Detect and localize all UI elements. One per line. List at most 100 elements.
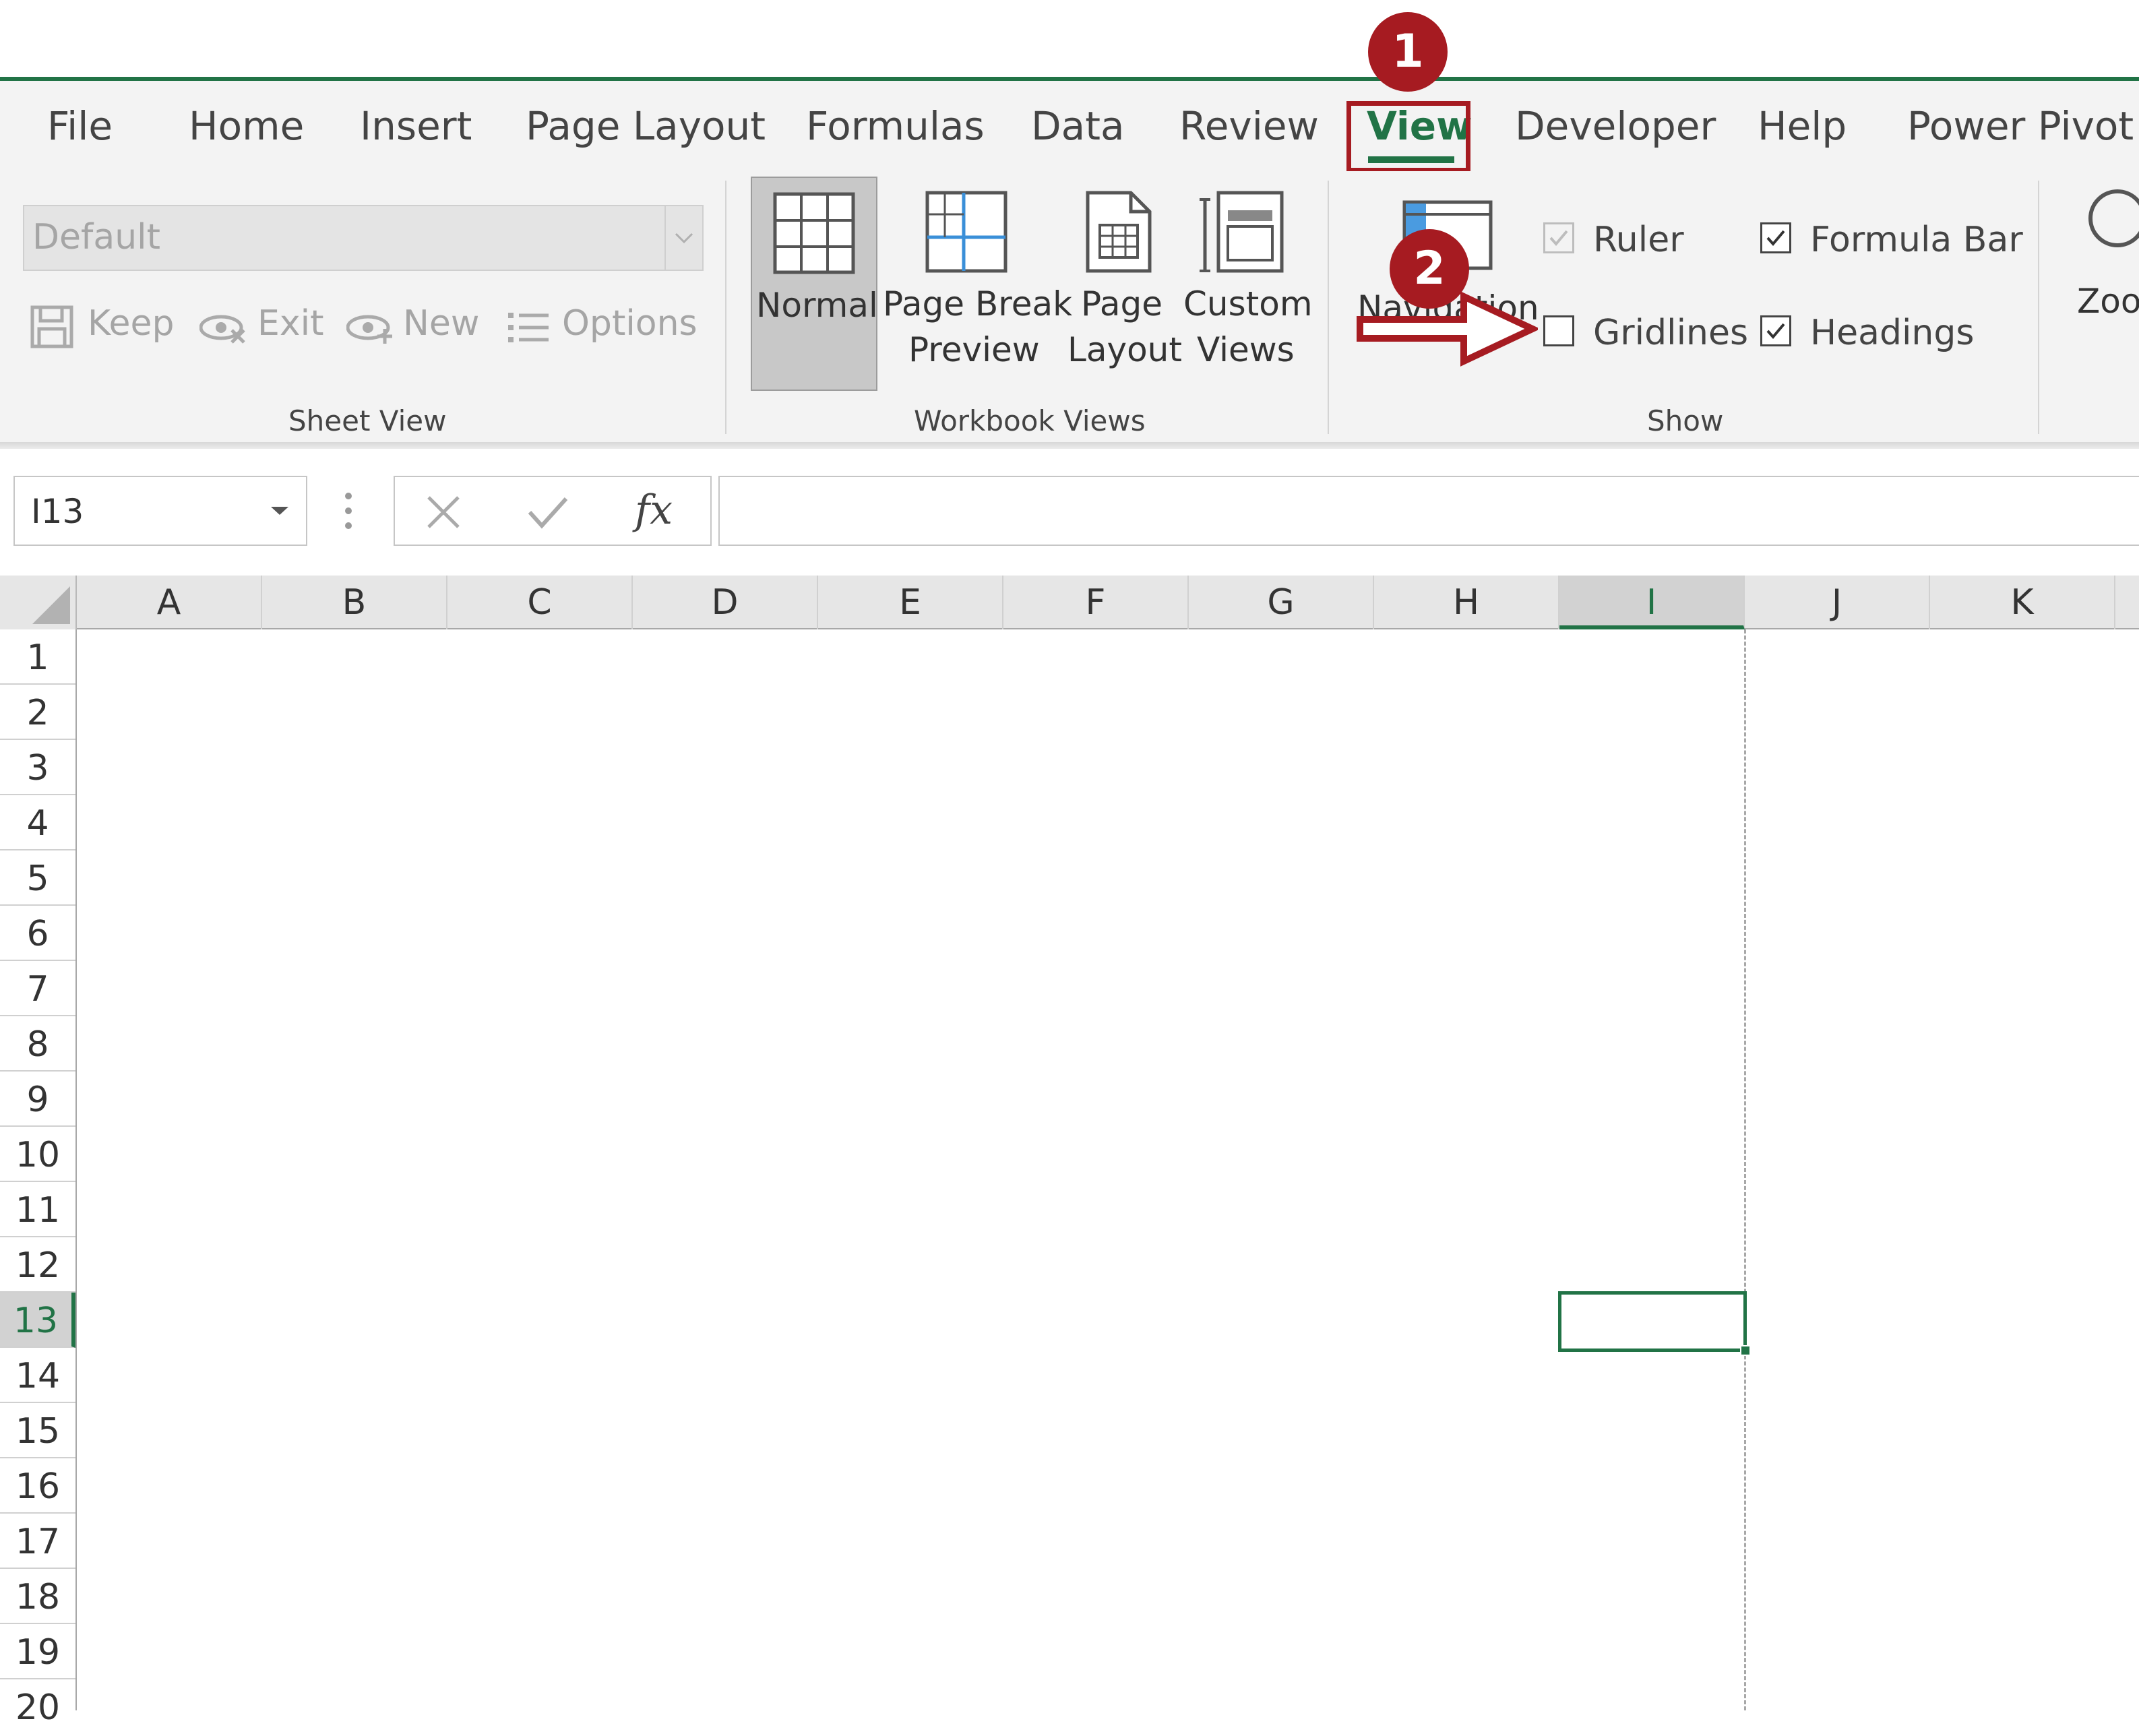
sheet-view-dropdown[interactable]: Default (23, 205, 704, 271)
column-header-a[interactable]: A (77, 576, 262, 629)
cancel-icon[interactable] (425, 493, 462, 531)
new-button[interactable]: New (346, 301, 481, 354)
tab-help[interactable]: Help (1758, 101, 1847, 151)
formula-bar-checkbox[interactable] (1760, 222, 1791, 253)
group-separator (2038, 181, 2039, 434)
row-header-7[interactable]: 7 (0, 961, 75, 1016)
exit-view-icon (199, 315, 245, 344)
exit-label: Exit (257, 303, 324, 344)
row-header-20[interactable]: 20 (0, 1679, 75, 1728)
row-header-1[interactable]: 1 (0, 629, 75, 685)
column-header-i[interactable]: I (1559, 576, 1745, 629)
keep-button[interactable]: Keep (30, 301, 175, 354)
active-cell-i13[interactable] (1558, 1291, 1747, 1352)
group-label-show: Show (1647, 404, 1724, 437)
page-break-label-2: Preview (908, 330, 1040, 369)
dropdown-divider (664, 206, 666, 270)
check-icon (1766, 230, 1785, 247)
group-separator (1328, 181, 1329, 434)
row-header-15[interactable]: 15 (0, 1403, 75, 1458)
row-header-6[interactable]: 6 (0, 906, 75, 961)
formula-bar-label: Formula Bar (1810, 220, 2023, 260)
row-header-12[interactable]: 12 (0, 1237, 75, 1293)
magnifier-icon (2088, 189, 2139, 247)
page-layout-button[interactable]: Page Layout (1065, 177, 1182, 391)
page-layout-icon (1086, 191, 1152, 273)
name-box-value: I13 (31, 492, 84, 531)
column-header-c[interactable]: C (447, 576, 633, 629)
exit-button[interactable]: Exit (199, 301, 324, 354)
step-1-badge: 1 (1368, 12, 1448, 92)
name-box[interactable]: I13 (13, 476, 307, 546)
row-header-16[interactable]: 16 (0, 1458, 75, 1514)
tab-review[interactable]: Review (1179, 101, 1319, 151)
group-label-workbook-views: Workbook Views (914, 404, 1146, 437)
page-layout-label-2: Layout (1067, 330, 1182, 369)
column-header-b[interactable]: B (262, 576, 447, 629)
chevron-down-icon (271, 507, 288, 515)
custom-views-label-1: Custom (1183, 284, 1313, 323)
enter-check-icon[interactable] (527, 495, 569, 530)
tab-file[interactable]: File (47, 101, 113, 151)
tab-developer[interactable]: Developer (1515, 101, 1716, 151)
column-header-k[interactable]: K (1930, 576, 2115, 629)
column-header-h[interactable]: H (1374, 576, 1559, 629)
normal-view-icon (773, 192, 855, 274)
row-header-11[interactable]: 11 (0, 1182, 75, 1237)
select-all-button[interactable] (0, 576, 77, 629)
row-header-14[interactable]: 14 (0, 1348, 75, 1403)
tab-insert[interactable]: Insert (360, 101, 472, 151)
column-header-f[interactable]: F (1003, 576, 1189, 629)
tab-data[interactable]: Data (1031, 101, 1125, 151)
options-label: Options (562, 303, 698, 344)
title-bar (0, 0, 2139, 77)
row-header-18[interactable]: 18 (0, 1569, 75, 1624)
row-header-13[interactable]: 13 (0, 1293, 75, 1348)
tab-power-pivot[interactable]: Power Pivot (1907, 101, 2134, 151)
column-header-j[interactable]: J (1745, 576, 1930, 629)
list-icon (508, 313, 549, 342)
gridlines-checkbox[interactable] (1543, 315, 1574, 346)
tab-formulas[interactable]: Formulas (806, 101, 985, 151)
column-header-g[interactable]: G (1189, 576, 1374, 629)
zoom-button[interactable]: Zoo (2062, 182, 2139, 337)
keep-label: Keep (88, 303, 175, 344)
row-header-3[interactable]: 3 (0, 740, 75, 795)
row-header-17[interactable]: 17 (0, 1514, 75, 1569)
row-header-2[interactable]: 2 (0, 685, 75, 740)
gridlines-label: Gridlines (1593, 313, 1749, 353)
headings-checkbox[interactable] (1760, 315, 1791, 346)
fill-handle[interactable] (1740, 1345, 1751, 1356)
custom-views-button[interactable]: Custom Views (1178, 177, 1313, 391)
new-label: New (403, 303, 480, 344)
zoom-label: Zoo (2077, 282, 2139, 321)
row-header-19[interactable]: 19 (0, 1624, 75, 1679)
tab-page-layout[interactable]: Page Layout (526, 101, 766, 151)
row-header-4[interactable]: 4 (0, 795, 75, 850)
row-header-10[interactable]: 10 (0, 1127, 75, 1182)
row-header-9[interactable]: 9 (0, 1072, 75, 1127)
tab-home[interactable]: Home (189, 101, 304, 151)
ruler-checkbox[interactable] (1543, 222, 1574, 253)
normal-view-button[interactable]: Normal (751, 177, 878, 391)
custom-views-label-2: Views (1197, 330, 1295, 369)
select-all-triangle-icon (32, 586, 70, 624)
save-icon (30, 305, 73, 348)
worksheet-grid[interactable] (77, 629, 2139, 1710)
page-break-label-1: Page Break (883, 284, 1073, 323)
row-header-5[interactable]: 5 (0, 850, 75, 906)
page-break-preview-button[interactable]: Page Break Preview (880, 177, 1072, 391)
chevron-down-icon (675, 232, 693, 244)
sheet-view-dropdown-value: Default (32, 217, 160, 257)
formula-buttons-box: fx (394, 476, 712, 546)
formula-input[interactable] (718, 476, 2139, 546)
ribbon-shadow (0, 442, 2139, 449)
normal-label: Normal (756, 286, 878, 325)
column-header-e[interactable]: E (818, 576, 1003, 629)
options-button[interactable]: Options (507, 301, 698, 354)
check-icon (1766, 323, 1785, 340)
row-header-8[interactable]: 8 (0, 1016, 75, 1072)
check-icon (1549, 230, 1568, 247)
column-header-d[interactable]: D (633, 576, 818, 629)
insert-function-icon[interactable]: fx (635, 487, 673, 534)
